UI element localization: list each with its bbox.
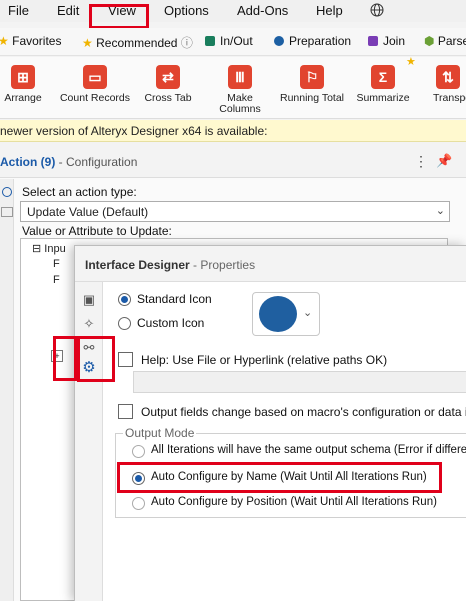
tool-label: Arrange [4,92,42,104]
help-path-field[interactable] [133,371,466,393]
tree-node-child[interactable]: F [53,258,60,270]
chevron-down-icon: ⌄ [435,205,445,217]
count-records-icon: ▭ [83,65,107,89]
tool-label: Cross Tab [144,92,192,104]
interface-designer-window: Interface Designer - Properties ▣ ✧ ⚯ ⚙ … [74,245,466,601]
category-parse[interactable]: ⬢ Parse [424,34,466,48]
action-type-value: Update Value (Default) [27,205,149,219]
output-fields-label: Output fields change based on macro's co… [141,405,466,419]
menu-edit[interactable]: Edit [57,3,79,18]
category-join[interactable]: Join [368,34,405,48]
interface-designer-sidebar: ▣ ✧ ⚯ ⚙ [75,282,103,601]
help-checkbox[interactable] [118,352,133,367]
tool-label: Columns [219,103,261,115]
help-label: Help: Use File or Hyperlink (relative pa… [141,353,388,367]
layout-icon[interactable]: ▣ [81,292,97,308]
tool-ribbon: ⊞ Arrange ▭ Count Records ⇄ Cross Tab Ⅲ … [0,56,466,119]
star-icon: ★ [0,34,9,48]
tool-make-columns[interactable]: Ⅲ Make Columns [212,57,268,115]
menu-file[interactable]: File [8,3,29,18]
output-mode-label: Output Mode [123,426,197,440]
highlight-view-menu [89,4,149,29]
chevron-down-icon: ⌄ [303,307,313,319]
tool-label: Count Records [59,92,131,104]
action-type-select[interactable]: Update Value (Default) ⌄ [20,201,450,222]
tool-running-total[interactable]: ⚐ Running Total [278,57,346,104]
configuration-header: Action (9) - Configuration ⋮ 📌 [0,144,466,178]
macro-icon-preview [259,296,297,332]
config-side-strip [0,179,14,601]
configuration-title: Action (9) - Configuration [0,155,138,169]
tool-count-records[interactable]: ▭ Count Records [58,57,132,104]
attribute-label: Value or Attribute to Update: [22,224,172,238]
tool-category-bar: ★ Favorites ★ Recommended ⓘ In/Out Prepa… [0,28,466,56]
arrange-icon: ⊞ [11,65,35,89]
transpose-icon: ⇅ [436,65,460,89]
tool-transpose[interactable]: ⇅ Transpo [428,57,466,104]
tool-label: Running Total [279,92,345,104]
globe-icon[interactable] [370,3,384,17]
star-icon: ★ [406,56,416,68]
make-columns-icon: Ⅲ [228,65,252,89]
highlight-auto-configure-name [117,462,442,493]
running-total-icon: ⚐ [300,65,324,89]
tool-summarize[interactable]: Σ ★ Summarize [354,56,415,104]
mode-by-position-radio[interactable] [132,497,145,510]
cross-tab-icon: ⇄ [156,65,180,89]
category-in-out[interactable]: In/Out [205,34,253,48]
magic-wand-icon[interactable]: ✧ [81,316,97,332]
action-type-label: Select an action type: [22,185,137,199]
output-fields-checkbox[interactable] [118,404,133,419]
summarize-icon: Σ [371,65,395,89]
star-icon: ★ [82,36,93,50]
tool-arrange[interactable]: ⊞ Arrange [0,57,46,104]
menu-add-ons[interactable]: Add-Ons [237,3,288,18]
tool-cross-tab[interactable]: ⇄ Cross Tab [142,57,194,104]
category-recommended[interactable]: ★ Recommended ⓘ [82,34,193,51]
menu-help[interactable]: Help [316,3,343,18]
category-favorites[interactable]: ★ Favorites [0,34,61,48]
square-icon [368,36,378,46]
hexagon-icon: ⬢ [424,34,435,48]
window-icon[interactable] [1,207,13,217]
standard-icon-radio[interactable] [118,293,131,306]
folder-icon [205,36,215,46]
mode-same-schema-label: All Iterations will have the same output… [151,444,466,456]
tree-node-input[interactable]: ⊟ Inpu [32,242,66,255]
menu-bar: File Edit View Options Add-Ons Help [0,0,466,22]
gear-icon[interactable] [2,187,12,197]
menu-options[interactable]: Options [164,3,209,18]
category-preparation[interactable]: Preparation [274,34,351,48]
highlight-gear-tab [77,336,115,382]
circle-icon [274,36,284,46]
icon-picker[interactable]: ⌄ [252,292,320,336]
custom-icon-label: Custom Icon [137,316,205,330]
update-notice[interactable]: newer version of Alteryx Designer x64 is… [0,120,466,142]
highlight-left-icon [53,336,77,381]
tool-label: Transpo [433,92,466,104]
standard-icon-label: Standard Icon [137,292,212,306]
tree-node-child[interactable]: F [53,274,60,286]
pin-icon[interactable]: 📌 [436,153,452,169]
tool-label: Summarize [356,92,410,104]
mode-same-schema-radio[interactable] [132,445,145,458]
mode-by-position-label: Auto Configure by Position (Wait Until A… [151,496,437,508]
custom-icon-radio[interactable] [118,317,131,330]
interface-designer-title: Interface Designer - Properties [85,258,256,272]
info-icon: ⓘ [180,36,193,50]
update-notice-text: newer version of Alteryx Designer x64 is… [0,124,268,138]
interface-designer-header: Interface Designer - Properties [75,246,466,282]
more-options-icon[interactable]: ⋮ [414,153,428,170]
